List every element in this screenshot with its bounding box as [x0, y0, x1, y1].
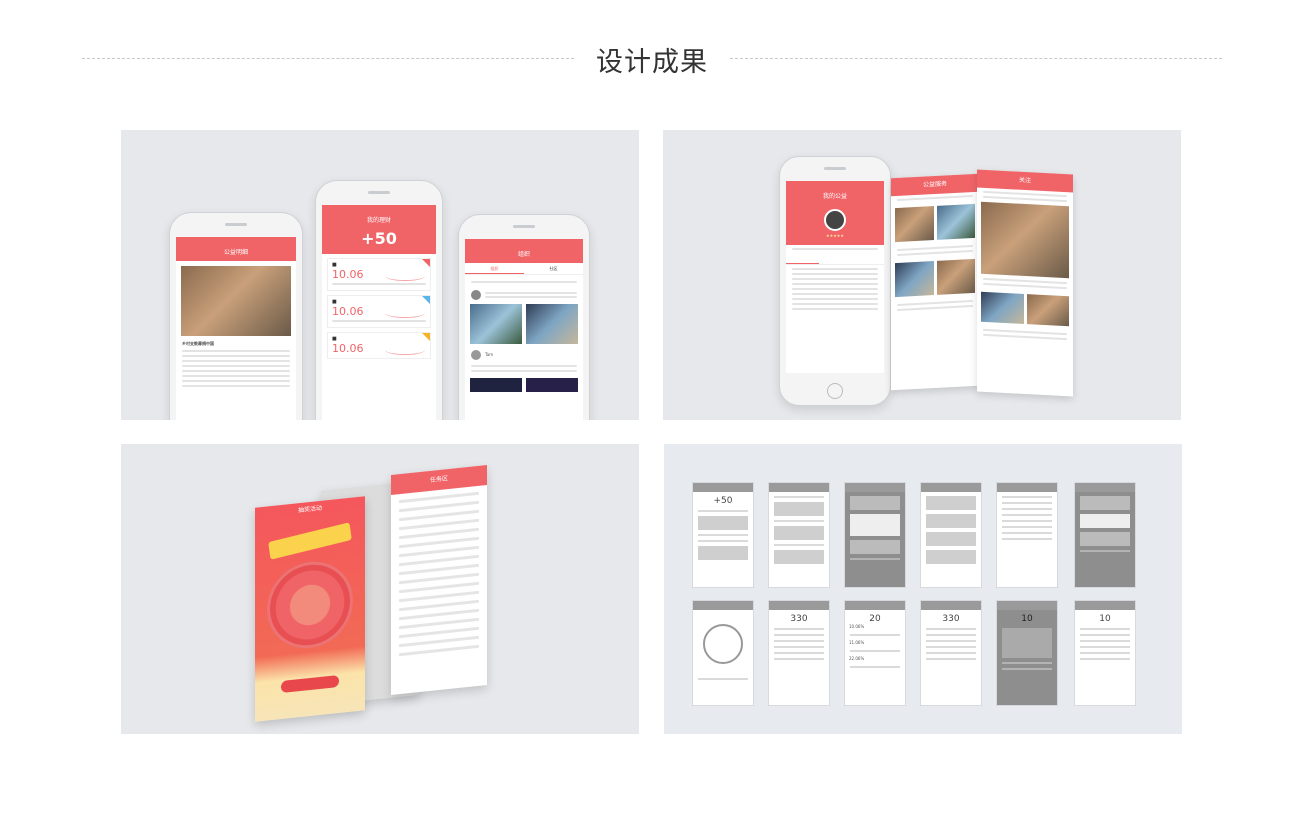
- post-photo: [526, 378, 578, 392]
- speaker: [368, 191, 390, 194]
- lottery-poster: 抽奖活动: [255, 496, 365, 722]
- speaker: [225, 223, 247, 226]
- avatar: [471, 350, 481, 360]
- phone-screen: 我的理财 +50 ■ 10.06 ■ 10.06 ■ 10.06: [322, 205, 436, 420]
- phone-screen: 我的公益 ★★★★★: [786, 181, 884, 373]
- project-name: 乡村支教募捐中国: [182, 341, 214, 346]
- nav-title: 我的公益: [786, 189, 884, 205]
- divider-right: [730, 58, 1222, 59]
- nav-title: 公益明细: [176, 245, 296, 261]
- tab-bar: 组织 社区: [465, 263, 583, 275]
- showcase-panel-wireframes: +50 330 20 10.06% 11.06% 22.06% 330 10 1…: [664, 444, 1182, 734]
- phone-mockup-donation-detail: 公益明细 乡村支教募捐中国: [169, 212, 303, 420]
- avatar: [824, 209, 846, 231]
- showcase-panel-campaign: 任务区 抽奖活动: [121, 444, 639, 734]
- showcase-panel-charity: 我的公益 ★★★★★ 公益服务 关注: [663, 130, 1181, 420]
- wireframe-screen: 10: [1074, 600, 1136, 706]
- speaker: [513, 225, 535, 228]
- phone-mockup-charity: 我的公益 ★★★★★: [779, 156, 891, 406]
- screen-board-follow: 关注: [977, 169, 1073, 397]
- tab-bar: [786, 253, 884, 265]
- draw-button[interactable]: [281, 674, 339, 694]
- wireframe-screen: [996, 482, 1058, 588]
- wireframe-screen: [768, 482, 830, 588]
- star-rating: ★★★★★: [826, 233, 844, 238]
- screen-board-service: 公益服务: [891, 173, 979, 391]
- divider-left: [82, 58, 574, 59]
- lottery-wheel: [267, 557, 353, 653]
- user-name: Tam: [485, 352, 494, 357]
- speaker: [824, 167, 846, 170]
- home-button: [827, 383, 843, 399]
- phone-mockup-finance: 我的理财 +50 ■ 10.06 ■ 10.06 ■ 10.06: [315, 180, 443, 420]
- post-photo: [470, 304, 522, 344]
- screen-sheet-tasks: 任务区: [391, 464, 487, 696]
- nav-title: 我的理财: [322, 213, 436, 229]
- phone-mockup-organization: 组织 组织 社区 Tam: [458, 214, 590, 420]
- crying-child-photo: [981, 201, 1069, 279]
- nav-title: 组织: [465, 247, 583, 263]
- tab-community[interactable]: 社区: [524, 263, 583, 274]
- section-header: 设计成果: [0, 38, 1300, 78]
- phone-screen: 公益明细 乡村支教募捐中国: [176, 237, 296, 420]
- wireframe-screen: 10: [996, 600, 1058, 706]
- product-card[interactable]: ■ 10.06: [327, 332, 431, 359]
- product-card[interactable]: ■ 10.06: [327, 258, 431, 291]
- phone-screen: 组织 组织 社区 Tam: [465, 239, 583, 420]
- post-photo: [470, 378, 522, 392]
- wireframe-screen: [692, 600, 754, 706]
- page-title: 设计成果: [596, 47, 708, 78]
- wireframe-screen: 330: [920, 600, 982, 706]
- avatar: [471, 290, 481, 300]
- total-value: +50: [361, 229, 397, 248]
- wireframe-screen: [1074, 482, 1136, 588]
- product-card[interactable]: ■ 10.06: [327, 295, 431, 328]
- wireframe-screen: 20 10.06% 11.06% 22.06%: [844, 600, 906, 706]
- showcase-panel-phones: 公益明细 乡村支教募捐中国 我的理财 +50 ■ 10.06 ■ 10.06 ■…: [121, 130, 639, 420]
- tab-organization[interactable]: 组织: [465, 263, 524, 274]
- wireframe-screen: [844, 482, 906, 588]
- wireframe-screen: +50: [692, 482, 754, 588]
- child-photo: [181, 266, 291, 336]
- wireframe-screen: 330: [768, 600, 830, 706]
- poster-headline: [268, 522, 352, 560]
- wireframe-screen: [920, 482, 982, 588]
- post-photo: [526, 304, 578, 344]
